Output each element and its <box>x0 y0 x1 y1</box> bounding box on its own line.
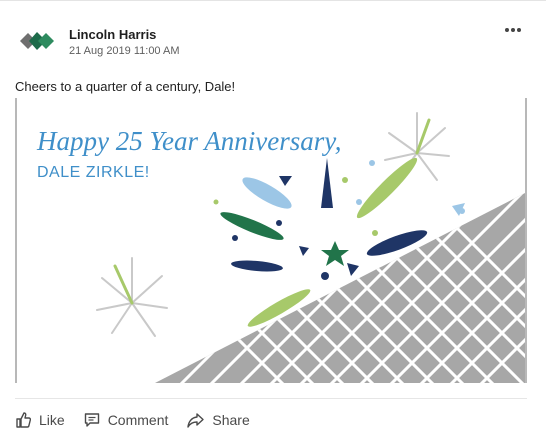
anniversary-graphic: Happy 25 Year Anniversary, DALE ZIRKLE! <box>17 98 525 383</box>
post-header: Lincoln Harris 21 Aug 2019 11:00 AM <box>0 1 546 71</box>
post-caption: Cheers to a quarter of a century, Dale! <box>15 79 236 94</box>
like-label: Like <box>39 412 65 428</box>
author-name[interactable]: Lincoln Harris <box>69 27 156 42</box>
share-icon <box>187 413 205 428</box>
share-button[interactable]: Share <box>187 412 250 428</box>
actions-divider <box>15 398 527 399</box>
comment-button[interactable]: Comment <box>84 412 169 428</box>
comment-icon <box>84 413 99 427</box>
share-label: Share <box>212 412 250 428</box>
post-image[interactable]: Happy 25 Year Anniversary, DALE ZIRKLE! <box>15 98 527 383</box>
firework-bottom-left <box>96 257 168 337</box>
post-actions: Like Comment Share <box>15 406 269 434</box>
firework-top-right <box>384 112 450 181</box>
fireworks-illustration <box>96 112 525 383</box>
comment-label: Comment <box>107 412 169 428</box>
post-timestamp: 21 Aug 2019 11:00 AM <box>69 45 180 57</box>
thumbs-up-icon <box>16 412 31 428</box>
post-card: Lincoln Harris 21 Aug 2019 11:00 AM Chee… <box>0 0 546 444</box>
more-options-icon[interactable] <box>504 19 532 37</box>
like-button[interactable]: Like <box>15 412 65 428</box>
company-logo-avatar[interactable] <box>18 27 56 55</box>
